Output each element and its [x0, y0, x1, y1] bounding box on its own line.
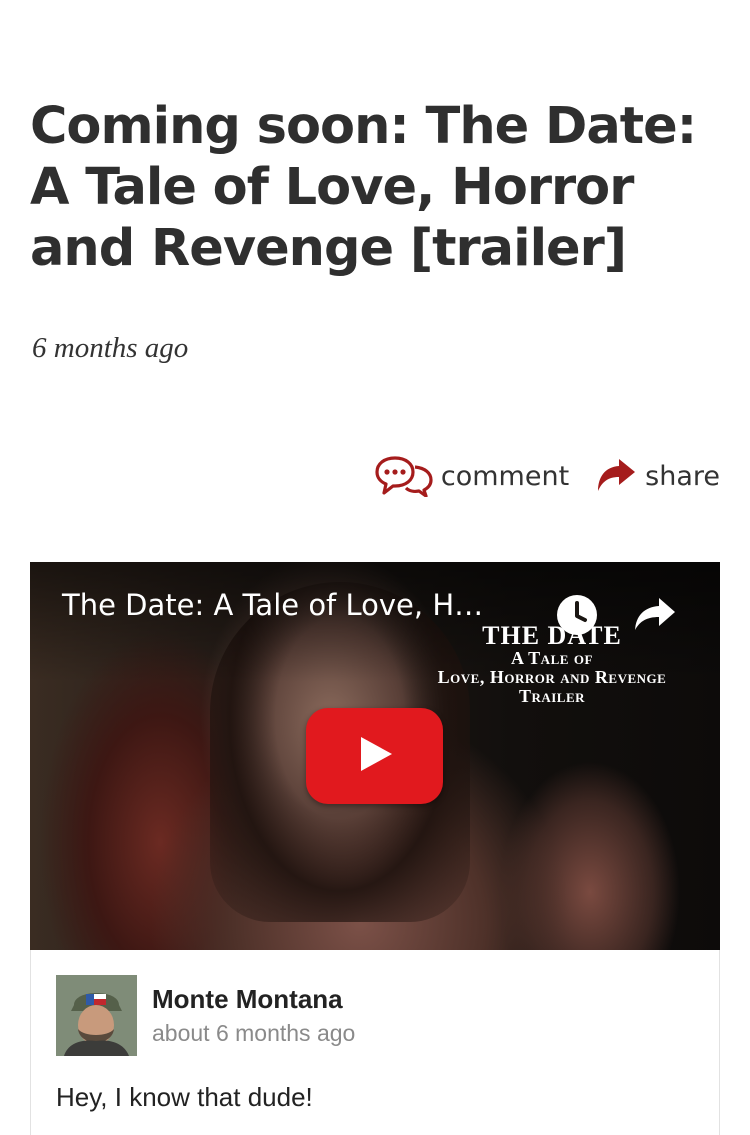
share-arrow-icon — [595, 457, 637, 495]
title-card-name: THE DATE — [482, 621, 622, 650]
comment-label: comment — [440, 460, 570, 492]
play-icon — [355, 734, 395, 779]
comment-timestamp: about 6 months ago — [152, 1020, 356, 1046]
share-button[interactable]: share — [595, 457, 720, 495]
comment-button[interactable]: comment — [375, 455, 569, 497]
title-card-line-2: Love, Horror and Revenge — [437, 667, 667, 688]
video-title-card: THE DATE A Tale of Love, Horror and Reve… — [402, 622, 702, 706]
video-title[interactable]: The Date: A Tale of Love, H… — [62, 588, 542, 622]
share-label: share — [645, 460, 720, 492]
comment-text: Hey, I know that dude! — [56, 1082, 313, 1112]
title-card-line-3: Trailer — [518, 686, 586, 707]
avatar[interactable] — [56, 975, 137, 1056]
comment-author[interactable]: Monte Montana — [152, 984, 343, 1015]
article-title: Coming soon: The Date: A Tale of Love, H… — [30, 97, 697, 278]
article-actions: comment share — [375, 452, 720, 500]
play-button[interactable] — [306, 708, 443, 804]
comment-card: Monte Montana about 6 months ago Hey, I … — [30, 950, 720, 1135]
article-timestamp: 6 months ago — [32, 332, 189, 364]
comment-bubble-icon — [375, 455, 433, 497]
video-player[interactable]: The Date: A Tale of Love, H… THE DATE A … — [30, 562, 720, 950]
title-card-line-1: A Tale of — [511, 648, 593, 669]
